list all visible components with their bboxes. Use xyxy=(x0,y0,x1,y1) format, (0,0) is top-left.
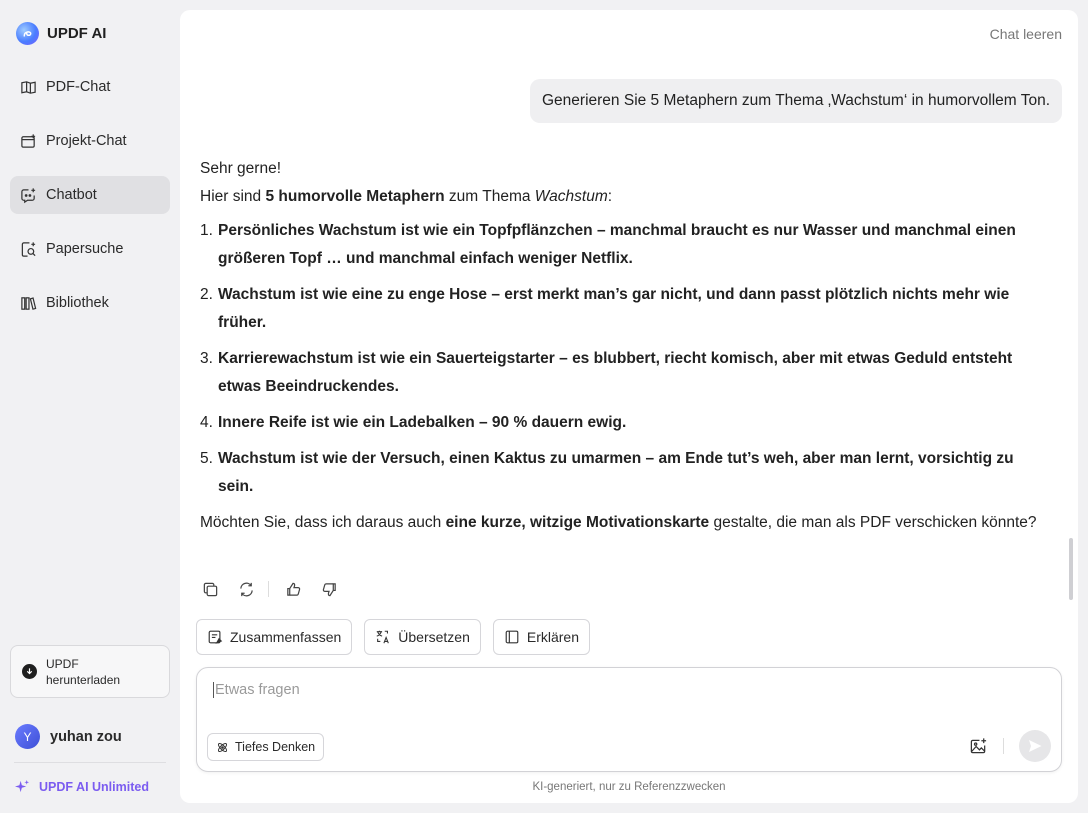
search-paper-icon xyxy=(21,241,36,257)
sidebar-item-label: Bibliothek xyxy=(46,295,109,311)
sparkle-icon xyxy=(15,779,30,793)
copy-icon xyxy=(203,582,217,596)
user-message-bubble: Generieren Sie 5 Metaphern zum Thema ‚Wa… xyxy=(530,79,1062,123)
list-text: Innere Reife ist wie ein Ladebalken – 90… xyxy=(218,414,627,431)
list-number: 5. xyxy=(200,450,213,467)
sidebar-item-papersuche[interactable]: Papersuche xyxy=(10,230,170,268)
folder-icon xyxy=(21,133,36,148)
scrollbar[interactable] xyxy=(1069,538,1073,600)
list-text: Persönliches Wachstum ist wie ein Topfpf… xyxy=(218,222,1016,267)
chat-panel: Chat leeren Generieren Sie 5 Metaphern z… xyxy=(180,10,1078,803)
metaphor-list: 1. Persönliches Wachstum ist wie ein Topf… xyxy=(200,217,1046,501)
list-number: 3. xyxy=(200,350,213,367)
avatar: Y xyxy=(15,724,40,749)
book-open-icon xyxy=(21,80,36,94)
outro-suffix: gestalte, die man als PDF verschicken kö… xyxy=(709,514,1037,531)
image-add-icon xyxy=(970,737,986,753)
list-item: 4. Innere Reife ist wie ein Ladebalken – … xyxy=(200,409,1046,437)
summarize-icon xyxy=(208,630,223,644)
intro-middle: zum Thema xyxy=(444,188,535,205)
intro-italic: Wachstum xyxy=(534,188,608,205)
user-profile[interactable]: Y yuhan zou xyxy=(15,724,122,749)
sidebar-item-label: Chatbot xyxy=(46,187,97,203)
user-name: yuhan zou xyxy=(50,728,122,745)
upgrade-unlimited-link[interactable]: UPDF AI Unlimited xyxy=(15,779,149,794)
chatbot-icon xyxy=(21,187,36,203)
unlimited-label: UPDF AI Unlimited xyxy=(39,779,149,794)
summarize-button[interactable]: Zusammenfassen xyxy=(196,619,353,655)
intro-bold: 5 humorvolle Metaphern xyxy=(265,188,445,205)
sidebar-item-label: PDF-Chat xyxy=(46,79,111,95)
sidebar: UPDF AI PDF-Chat Projekt-Chat Chatbot Pa… xyxy=(0,0,180,813)
download-icon xyxy=(22,664,37,679)
message-composer: Tiefes Denken xyxy=(196,667,1062,772)
sidebar-item-projekt-chat[interactable]: Projekt-Chat xyxy=(10,122,170,160)
thumbs-down-icon xyxy=(322,582,336,596)
summarize-label: Zusammenfassen xyxy=(230,629,342,645)
brand-name: UPDF AI xyxy=(47,25,107,42)
clear-chat-button[interactable]: Chat leeren xyxy=(990,26,1062,42)
list-text: Wachstum ist wie der Versuch, einen Kakt… xyxy=(218,450,1014,495)
assistant-answer: Sehr gerne! Hier sind 5 humorvolle Metap… xyxy=(200,155,1046,537)
list-text: Wachstum ist wie eine zu enge Hose – ers… xyxy=(218,286,1010,331)
deep-think-toggle[interactable]: Tiefes Denken xyxy=(207,733,325,761)
outro-bold: eine kurze, witzige Motivationskarte xyxy=(445,514,710,531)
sidebar-item-label: Papersuche xyxy=(46,241,124,257)
send-icon xyxy=(1029,740,1042,752)
thumbs-down-button[interactable] xyxy=(319,579,339,599)
upload-image-button[interactable] xyxy=(967,735,989,757)
list-item: 1. Persönliches Wachstum ist wie ein Topf… xyxy=(200,217,1046,273)
list-number: 2. xyxy=(200,286,213,303)
atom-icon xyxy=(217,742,228,752)
divider xyxy=(1003,738,1004,754)
regenerate-button[interactable] xyxy=(236,579,256,599)
sidebar-item-chatbot[interactable]: Chatbot xyxy=(10,176,170,214)
refresh-icon xyxy=(239,582,253,596)
user-message-text: Generieren Sie 5 Metaphern zum Thema ‚Wa… xyxy=(542,92,1050,109)
ask-input[interactable] xyxy=(213,682,993,698)
send-button[interactable] xyxy=(1019,730,1051,762)
explain-icon xyxy=(505,630,519,644)
thumbs-up-icon xyxy=(286,582,300,596)
deep-think-label: Tiefes Denken xyxy=(235,740,316,754)
answer-outro: Möchten Sie, dass ich daraus auch eine k… xyxy=(200,509,1046,537)
divider xyxy=(268,581,269,597)
answer-intro: Hier sind 5 humorvolle Metaphern zum The… xyxy=(200,183,1046,211)
brand[interactable]: UPDF AI xyxy=(16,22,106,45)
sidebar-item-bibliothek[interactable]: Bibliothek xyxy=(10,284,170,322)
list-item: 3. Karrierewachstum ist wie ein Sauerteig… xyxy=(200,345,1046,401)
library-icon xyxy=(21,296,37,310)
download-label: UPDF herunterladen xyxy=(46,656,121,687)
intro-prefix: Hier sind xyxy=(200,188,266,205)
list-number: 4. xyxy=(200,414,213,431)
translate-icon xyxy=(376,630,390,644)
explain-button[interactable]: Erklären xyxy=(492,619,591,655)
intro-suffix: : xyxy=(607,188,613,205)
updf-logo-icon xyxy=(16,22,39,45)
translate-button[interactable]: Übersetzen xyxy=(364,619,481,655)
ai-disclaimer: KI-generiert, nur zu Referenzzwecken xyxy=(532,781,726,793)
copy-button[interactable] xyxy=(200,579,220,599)
quick-actions: Zusammenfassen Übersetzen Erklären xyxy=(196,619,591,655)
list-item: 5. Wachstum ist wie der Versuch, einen Ka… xyxy=(200,445,1046,501)
list-text: Karrierewachstum ist wie ein Sauerteigst… xyxy=(218,350,1013,395)
explain-label: Erklären xyxy=(526,629,580,645)
sidebar-item-label: Projekt-Chat xyxy=(46,133,127,149)
list-number: 1. xyxy=(200,222,213,239)
list-item: 2. Wachstum ist wie eine zu enge Hose – e… xyxy=(200,281,1046,337)
outro-prefix: Möchten Sie, dass ich daraus auch xyxy=(200,514,446,531)
answer-greeting: Sehr gerne! xyxy=(200,160,281,177)
sidebar-item-pdf-chat[interactable]: PDF-Chat xyxy=(10,68,170,106)
sidebar-nav: PDF-Chat Projekt-Chat Chatbot Papersuche… xyxy=(10,68,170,338)
message-actions xyxy=(200,579,355,599)
thumbs-up-button[interactable] xyxy=(283,579,303,599)
divider xyxy=(14,762,166,763)
translate-label: Übersetzen xyxy=(398,629,470,645)
download-updf-button[interactable]: UPDF herunterladen xyxy=(10,645,170,698)
